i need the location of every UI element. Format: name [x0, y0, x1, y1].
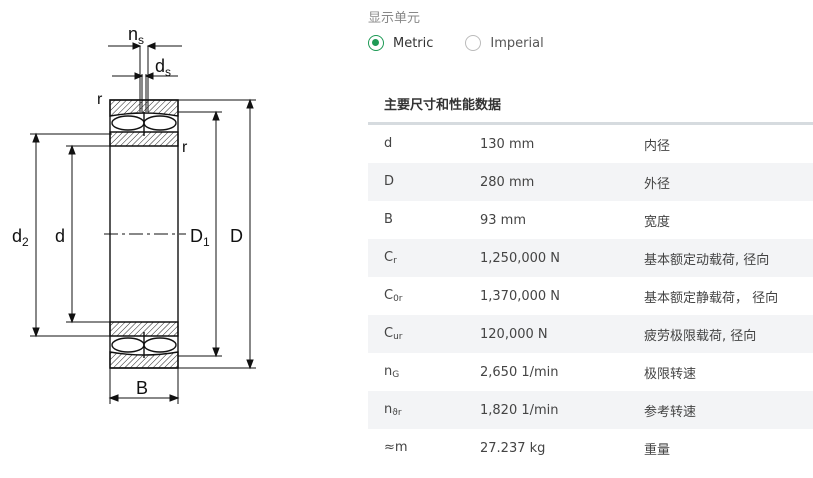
symbol-cell: Cur — [384, 326, 403, 342]
unit-selector: Metric Imperial — [368, 35, 576, 51]
spec-table: d 130 mm 内径 D 280 mm 外径 B 93 mm 宽度 Cr 1,… — [368, 125, 813, 467]
symbol-cell: B — [384, 212, 393, 227]
metric-radio[interactable]: Metric — [368, 35, 433, 51]
unit-title: 显示单元 — [368, 11, 421, 26]
description-cell: 内径 — [644, 138, 671, 154]
value-cell: 27.237 kg — [480, 440, 546, 456]
table-row: nϑr 1,820 1/min 参考转速 — [368, 391, 813, 429]
spec-panel: 显示单元 Metric Imperial 主要尺寸和性能数据 d 130 mm … — [368, 0, 813, 478]
radio-checked-icon[interactable] — [368, 35, 384, 51]
d2-label: d2 — [12, 226, 29, 249]
description-cell: 基本额定静载荷， 径向 — [644, 290, 779, 306]
symbol-cell: ≈m — [384, 440, 408, 455]
r-top-label: r — [97, 91, 103, 108]
symbol-cell: D — [384, 174, 395, 189]
description-cell: 极限转速 — [644, 366, 697, 382]
table-row: B 93 mm 宽度 — [368, 201, 813, 239]
value-cell: 280 mm — [480, 174, 535, 190]
value-cell: 1,250,000 N — [480, 250, 561, 266]
outer-d-label: D — [230, 226, 243, 246]
b-label: B — [136, 378, 148, 398]
value-cell: 120,000 N — [480, 326, 548, 342]
bearing-cross-section-icon: ns ds r r d2 d D1 D B — [12, 24, 256, 404]
symbol-cell: nG — [384, 364, 400, 380]
symbol-cell: d — [384, 136, 393, 151]
value-cell: 1,370,000 N — [480, 288, 561, 304]
description-cell: 疲劳极限载荷, 径向 — [644, 328, 757, 344]
table-row: C0r 1,370,000 N 基本额定静载荷， 径向 — [368, 277, 813, 315]
table-row: Cur 120,000 N 疲劳极限载荷, 径向 — [368, 315, 813, 353]
d-label: d — [55, 226, 65, 246]
table-row: nG 2,650 1/min 极限转速 — [368, 353, 813, 391]
description-cell: 外径 — [644, 176, 671, 192]
table-row: d 130 mm 内径 — [368, 125, 813, 163]
section-title: 主要尺寸和性能数据 — [384, 98, 502, 113]
symbol-cell: nϑr — [384, 402, 402, 418]
metric-label: Metric — [393, 35, 434, 51]
bearing-drawing: ns ds r r d2 d D1 D B — [0, 0, 300, 478]
r-right-label: r — [182, 139, 188, 156]
value-cell: 1,820 1/min — [480, 402, 559, 418]
radio-unchecked-icon[interactable] — [465, 35, 482, 51]
ds-label: ds — [155, 56, 171, 79]
table-row: Cr 1,250,000 N 基本额定动载荷, 径向 — [368, 239, 813, 277]
description-cell: 宽度 — [644, 214, 671, 230]
description-cell: 重量 — [644, 442, 671, 458]
imperial-radio[interactable]: Imperial — [465, 35, 544, 51]
ns-label: ns — [128, 24, 144, 47]
table-row: D 280 mm 外径 — [368, 163, 813, 201]
symbol-cell: Cr — [384, 250, 397, 266]
d1-label: D1 — [190, 226, 210, 249]
description-cell: 基本额定动载荷, 径向 — [644, 252, 770, 268]
table-row: ≈m 27.237 kg 重量 — [368, 429, 813, 467]
description-cell: 参考转速 — [644, 404, 697, 420]
value-cell: 2,650 1/min — [480, 364, 559, 380]
imperial-label: Imperial — [490, 35, 544, 51]
value-cell: 93 mm — [480, 212, 527, 228]
symbol-cell: C0r — [384, 288, 403, 304]
value-cell: 130 mm — [480, 136, 535, 152]
